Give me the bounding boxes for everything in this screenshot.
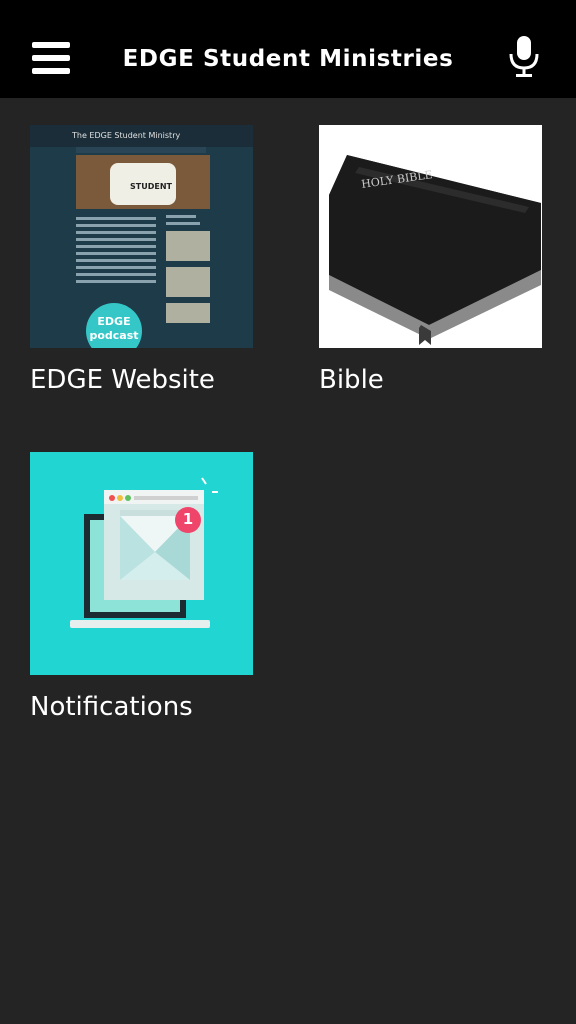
microphone-icon[interactable] — [506, 34, 542, 78]
website-title-text: The EDGE Student Ministry — [72, 131, 181, 140]
app-title: EDGE Student Ministries — [122, 46, 454, 72]
bible-thumbnail: HOLY BIBLE — [319, 125, 542, 348]
bible-book-icon — [329, 155, 541, 345]
tile-label: Bible — [319, 365, 384, 395]
edge-website-thumbnail: The EDGE Student Ministry STUDENT EDGE p… — [30, 125, 253, 348]
tile-notifications[interactable]: 1 Notifications — [30, 452, 254, 722]
notification-badge: 1 — [182, 510, 194, 528]
website-sidebar — [166, 215, 210, 345]
top-app-bar: EDGE Student Ministries — [0, 0, 576, 98]
notifications-thumbnail: 1 — [30, 452, 253, 675]
website-logo-text: STUDENT — [130, 182, 172, 191]
tile-label: EDGE Website — [30, 365, 215, 395]
tile-bible[interactable]: HOLY BIBLE Bible — [319, 125, 543, 395]
tile-edge-website[interactable]: The EDGE Student Ministry STUDENT EDGE p… — [30, 125, 254, 395]
website-nav-bar — [76, 147, 206, 153]
tile-label: Notifications — [30, 692, 193, 722]
email-notification-icon — [70, 477, 218, 628]
